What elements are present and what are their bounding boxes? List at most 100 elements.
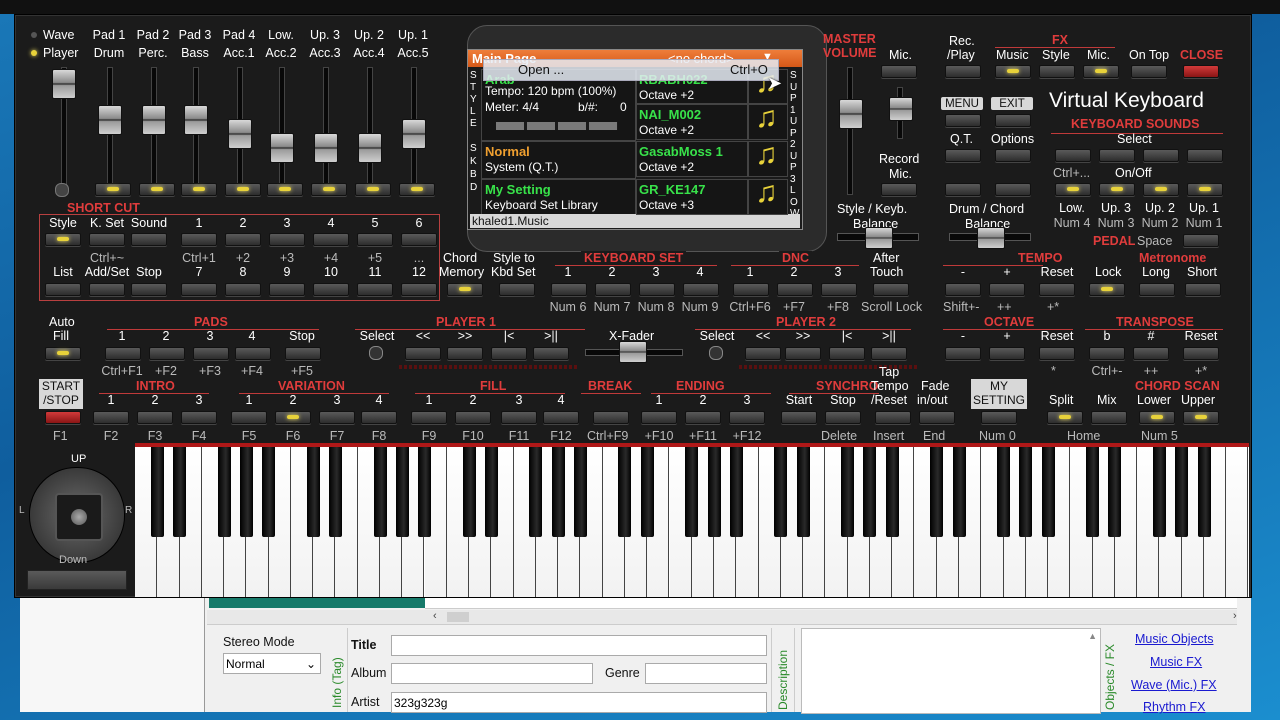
genre-field[interactable] xyxy=(645,663,767,684)
black-key[interactable] xyxy=(239,447,253,537)
player-button[interactable] xyxy=(533,347,569,360)
player-led[interactable] xyxy=(31,50,37,56)
black-key[interactable] xyxy=(306,447,320,537)
channel-fader-knob[interactable] xyxy=(402,119,426,149)
player-button[interactable] xyxy=(447,347,483,360)
after-touch-button[interactable] xyxy=(873,283,909,296)
shortcut-button[interactable] xyxy=(313,283,349,296)
black-key[interactable] xyxy=(1019,447,1033,537)
player-button[interactable] xyxy=(829,347,865,360)
drum-chord-left-button[interactable] xyxy=(945,183,981,196)
black-key[interactable] xyxy=(685,447,699,537)
player-button[interactable] xyxy=(785,347,821,360)
synchro-button[interactable] xyxy=(781,411,817,424)
fx-music-button[interactable] xyxy=(995,65,1031,78)
horizontal-scrollbar[interactable]: ‹ › xyxy=(207,610,1237,625)
tempo-lock-button[interactable] xyxy=(1089,283,1125,296)
variation-button[interactable] xyxy=(231,411,267,424)
shortcut-button[interactable] xyxy=(89,283,125,296)
black-key[interactable] xyxy=(952,447,966,537)
fx-mic-button[interactable] xyxy=(1083,65,1119,78)
intro-button[interactable] xyxy=(181,411,217,424)
music-fx-link[interactable]: Music FX xyxy=(1150,655,1202,669)
exit-sub-button[interactable] xyxy=(995,114,1031,127)
record-mic-button[interactable] xyxy=(881,183,917,196)
normal-cell[interactable]: Normal System (Q.T.) xyxy=(481,141,636,179)
music-note-icon[interactable]: ♫ xyxy=(748,138,788,177)
rhythm-fx-link[interactable]: Rhythm FX xyxy=(1143,700,1206,714)
menu-button[interactable]: MENU xyxy=(941,97,983,110)
black-key[interactable] xyxy=(551,447,565,537)
mix-button[interactable] xyxy=(1091,411,1127,424)
sound-slot[interactable]: GasabMoss 1 Octave +2 xyxy=(636,141,748,177)
objects-fx-tab[interactable]: Objects / FX xyxy=(1101,628,1121,712)
dnc-button[interactable] xyxy=(821,283,857,296)
channel-fader-knob[interactable] xyxy=(98,105,122,135)
synchro-button[interactable] xyxy=(825,411,861,424)
transpose-button[interactable] xyxy=(1183,347,1219,360)
master-volume-track[interactable] xyxy=(847,67,853,195)
fill-button[interactable] xyxy=(411,411,447,424)
channel-fader-track[interactable] xyxy=(367,67,373,191)
wave-player-fader-knob[interactable] xyxy=(52,69,76,99)
info-tag-tab[interactable]: Info (Tag) xyxy=(327,628,348,712)
white-key[interactable] xyxy=(1226,447,1249,597)
pedal-button[interactable] xyxy=(1183,234,1219,247)
black-key[interactable] xyxy=(618,447,632,537)
black-key[interactable] xyxy=(841,447,855,537)
variation-button[interactable] xyxy=(361,411,397,424)
black-key[interactable] xyxy=(173,447,186,537)
close-button[interactable] xyxy=(1183,65,1219,78)
shortcut-button[interactable] xyxy=(181,233,217,246)
music-objects-link[interactable]: Music Objects xyxy=(1135,632,1214,646)
wave-led[interactable] xyxy=(31,32,37,38)
black-key[interactable] xyxy=(573,447,587,537)
fill-button[interactable] xyxy=(543,411,579,424)
shortcut-button[interactable] xyxy=(357,233,393,246)
black-key[interactable] xyxy=(796,447,810,537)
pad-button[interactable] xyxy=(149,347,185,360)
shortcut-button[interactable] xyxy=(357,283,393,296)
description-textarea[interactable]: ▲ xyxy=(801,628,1101,714)
channel-mute-button[interactable] xyxy=(399,183,435,196)
channel-fader-track[interactable] xyxy=(323,67,329,191)
wave-player-mute-dot[interactable] xyxy=(55,183,69,197)
player-button[interactable] xyxy=(871,347,907,360)
shortcut-button[interactable] xyxy=(45,283,81,296)
shortcut-button[interactable] xyxy=(131,283,167,296)
player-select-dot[interactable] xyxy=(369,346,383,360)
metronome-button[interactable] xyxy=(1139,283,1175,296)
channel-mute-button[interactable] xyxy=(225,183,261,196)
mic-volume-knob[interactable] xyxy=(889,97,913,121)
ending-button[interactable] xyxy=(685,411,721,424)
player-button[interactable] xyxy=(491,347,527,360)
x-fader-knob[interactable] xyxy=(619,341,647,363)
player-button[interactable] xyxy=(405,347,441,360)
channel-mute-button[interactable] xyxy=(139,183,175,196)
tempo-button[interactable] xyxy=(989,283,1025,296)
black-key[interactable] xyxy=(863,447,877,537)
joystick-pad[interactable] xyxy=(55,493,103,541)
shortcut-button[interactable] xyxy=(131,233,167,246)
style-to-kbd-set-button[interactable] xyxy=(499,283,535,296)
black-key[interactable] xyxy=(1108,447,1122,537)
break-button[interactable] xyxy=(593,411,629,424)
dnc-button[interactable] xyxy=(777,283,813,296)
ending-button[interactable] xyxy=(641,411,677,424)
transpose-button[interactable] xyxy=(1133,347,1169,360)
artist-field[interactable]: 323g323g xyxy=(391,692,767,713)
black-key[interactable] xyxy=(930,447,944,537)
kbd-sound-select-button[interactable] xyxy=(1055,149,1091,162)
wave-mic-fx-link[interactable]: Wave (Mic.) FX xyxy=(1131,678,1217,692)
channel-mute-button[interactable] xyxy=(267,183,303,196)
drum-chord-balance-knob[interactable] xyxy=(977,227,1005,249)
tap-tempo-button[interactable] xyxy=(875,411,911,424)
black-key[interactable] xyxy=(885,447,899,537)
octave-button[interactable] xyxy=(1039,347,1075,360)
black-key[interactable] xyxy=(1152,447,1166,537)
exit-button[interactable]: EXIT xyxy=(991,97,1033,110)
scroll-thumb[interactable] xyxy=(447,612,469,622)
scroll-right-icon[interactable]: › xyxy=(1233,610,1237,622)
black-key[interactable] xyxy=(217,447,231,537)
shortcut-button[interactable] xyxy=(89,233,125,246)
